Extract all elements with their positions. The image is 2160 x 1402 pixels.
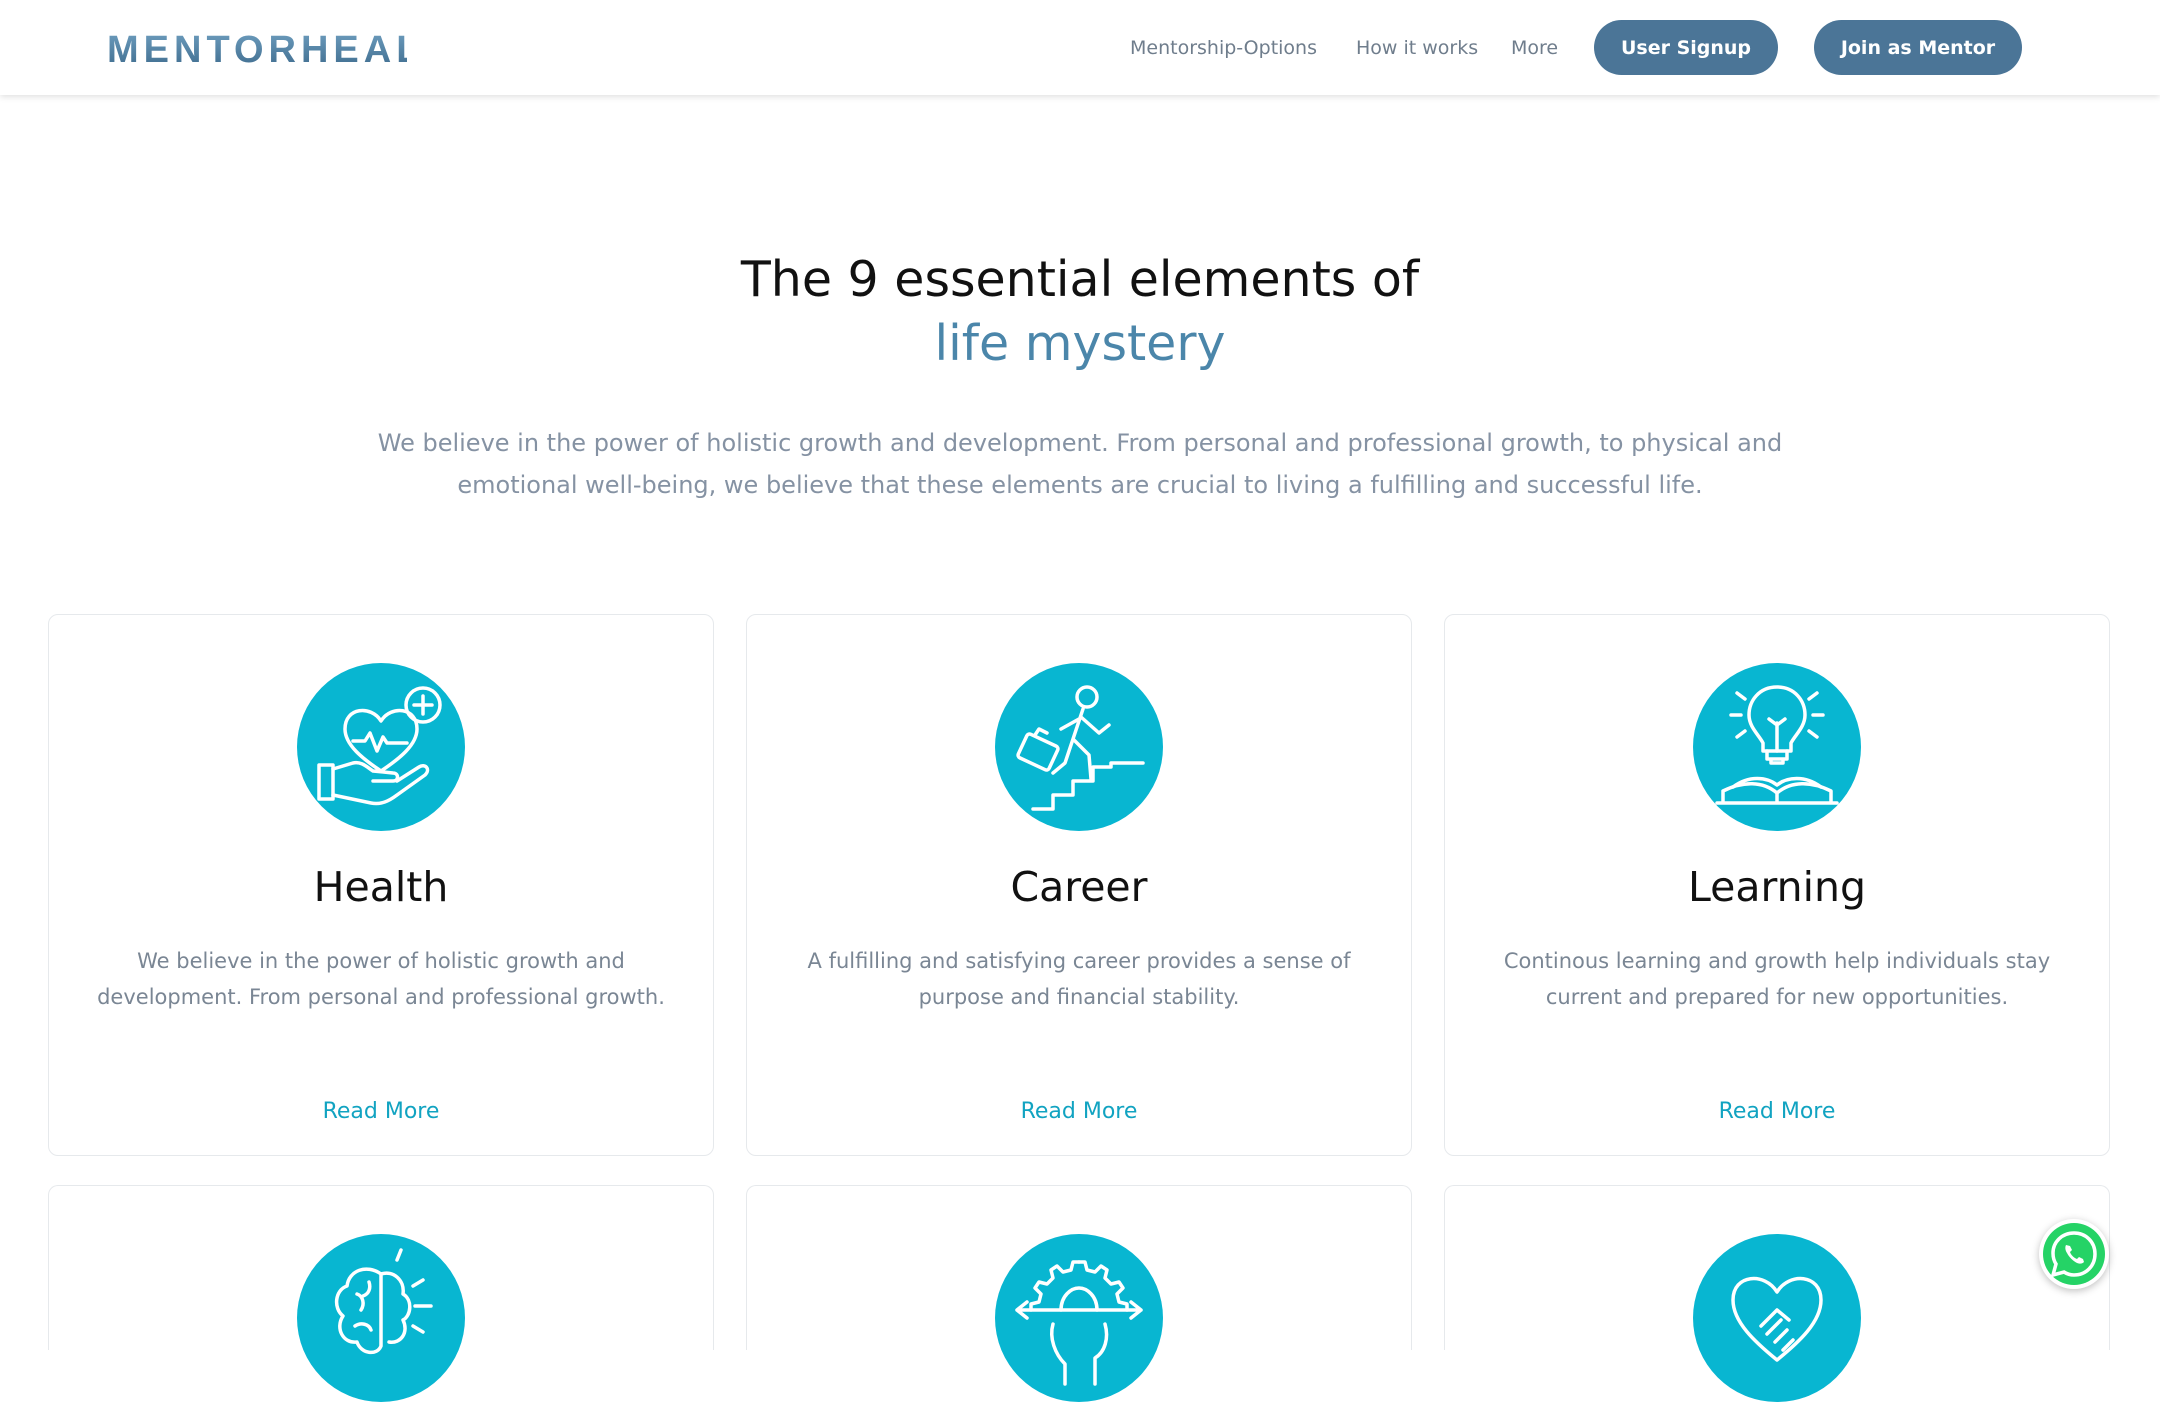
read-more-link-learning[interactable]: Read More bbox=[1445, 1097, 2109, 1127]
card-description: Continous learning and growth help indiv… bbox=[1503, 949, 2051, 1009]
element-card-relationships bbox=[1444, 1185, 2110, 1402]
title-line-2: life mystery bbox=[934, 315, 1226, 372]
nav-more[interactable]: More bbox=[1511, 30, 1558, 66]
title-line-1: The 9 essential elements of bbox=[740, 251, 1420, 308]
svg-text:MENTORHEAL: MENTORHEAL bbox=[107, 29, 407, 70]
lightbulb-book-icon bbox=[1693, 663, 1861, 831]
user-signup-button[interactable]: User Signup bbox=[1594, 20, 1778, 75]
card-title: Health bbox=[313, 863, 449, 911]
mentorheal-logo[interactable]: MENTORHEAL bbox=[107, 26, 407, 70]
card-description: A fulfilling and satisfying career provi… bbox=[807, 949, 1351, 1009]
read-more-link-career[interactable]: Read More bbox=[747, 1097, 1411, 1127]
brain-icon bbox=[297, 1234, 465, 1402]
element-card-learning: Learning Continous learning and growth h… bbox=[1444, 614, 2110, 1156]
element-card-health: Health We believe in the power of holist… bbox=[48, 614, 714, 1156]
handshake-heart-icon bbox=[1693, 1234, 1861, 1402]
nav-mentorship-options[interactable]: Mentorship-Options bbox=[1130, 30, 1317, 66]
element-card-career: Career A fulfilling and satisfying caree… bbox=[746, 614, 1412, 1156]
card-title: Learning bbox=[1688, 863, 1866, 911]
element-card-mind bbox=[48, 1185, 714, 1402]
join-as-mentor-button[interactable]: Join as Mentor bbox=[1814, 20, 2022, 75]
career-stairs-icon bbox=[995, 663, 1163, 831]
nav-how-it-works[interactable]: How it works bbox=[1356, 30, 1478, 66]
whatsapp-chat-button[interactable] bbox=[2039, 1219, 2109, 1289]
gear-head-icon bbox=[995, 1234, 1163, 1402]
page-title: The 9 essential elements of life mystery bbox=[0, 248, 2160, 376]
site-header: MENTORHEAL Mentorship-Options How it wor… bbox=[0, 0, 2160, 95]
heart-hand-icon bbox=[297, 663, 465, 831]
whatsapp-icon bbox=[2043, 1223, 2105, 1285]
read-more-link-health[interactable]: Read More bbox=[49, 1097, 713, 1127]
card-title: Career bbox=[1010, 863, 1148, 911]
element-card-personal bbox=[746, 1185, 1412, 1402]
intro-paragraph: We believe in the power of holistic grow… bbox=[377, 429, 1783, 499]
card-description: We believe in the power of holistic grow… bbox=[97, 949, 665, 1009]
